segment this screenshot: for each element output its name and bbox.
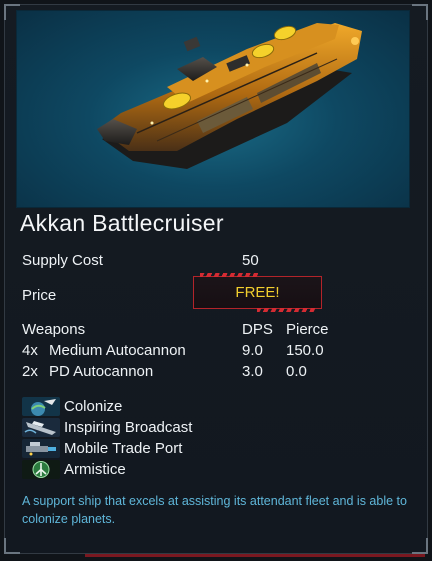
ability-label: Mobile Trade Port xyxy=(64,440,183,457)
corner-decoration xyxy=(4,538,20,554)
broadcast-icon xyxy=(22,418,60,437)
weapon-count: 4x xyxy=(22,342,38,359)
battlecruiser-ship-icon xyxy=(97,23,362,169)
weapon-name: Medium Autocannon xyxy=(49,342,186,359)
corner-decoration xyxy=(412,538,428,554)
weapon-pierce: 150.0 xyxy=(286,342,324,359)
ship-name-title: Akkan Battlecruiser xyxy=(20,210,224,236)
price-label: Price xyxy=(22,287,57,304)
pierce-header: Pierce xyxy=(286,321,329,338)
ship-description: A support ship that excels at assisting … xyxy=(22,494,407,526)
ability-label: Armistice xyxy=(64,461,126,478)
supply-cost-label: Supply Cost xyxy=(22,252,103,269)
price-value: FREE! xyxy=(235,284,280,301)
price-box-stripe xyxy=(200,273,258,277)
bottom-accent-bar xyxy=(85,554,425,557)
ability-label: Inspiring Broadcast xyxy=(64,419,193,436)
weapon-dps: 9.0 xyxy=(242,342,263,359)
dps-header: DPS xyxy=(242,321,273,338)
weapon-dps: 3.0 xyxy=(242,363,263,380)
price-box: FREE! xyxy=(193,273,322,312)
corner-decoration xyxy=(412,4,428,20)
ship-portrait xyxy=(16,10,410,208)
armistice-icon xyxy=(22,460,60,479)
weapon-pierce: 0.0 xyxy=(286,363,307,380)
trade-port-icon xyxy=(22,439,60,458)
weapon-name: PD Autocannon xyxy=(49,363,154,380)
weapon-count: 2x xyxy=(22,363,38,380)
price-box-stripe xyxy=(257,308,315,312)
ability-label: Colonize xyxy=(64,398,123,415)
weapons-header: Weapons xyxy=(22,321,86,338)
supply-cost-value: 50 xyxy=(242,252,259,269)
colonize-icon xyxy=(22,397,60,416)
